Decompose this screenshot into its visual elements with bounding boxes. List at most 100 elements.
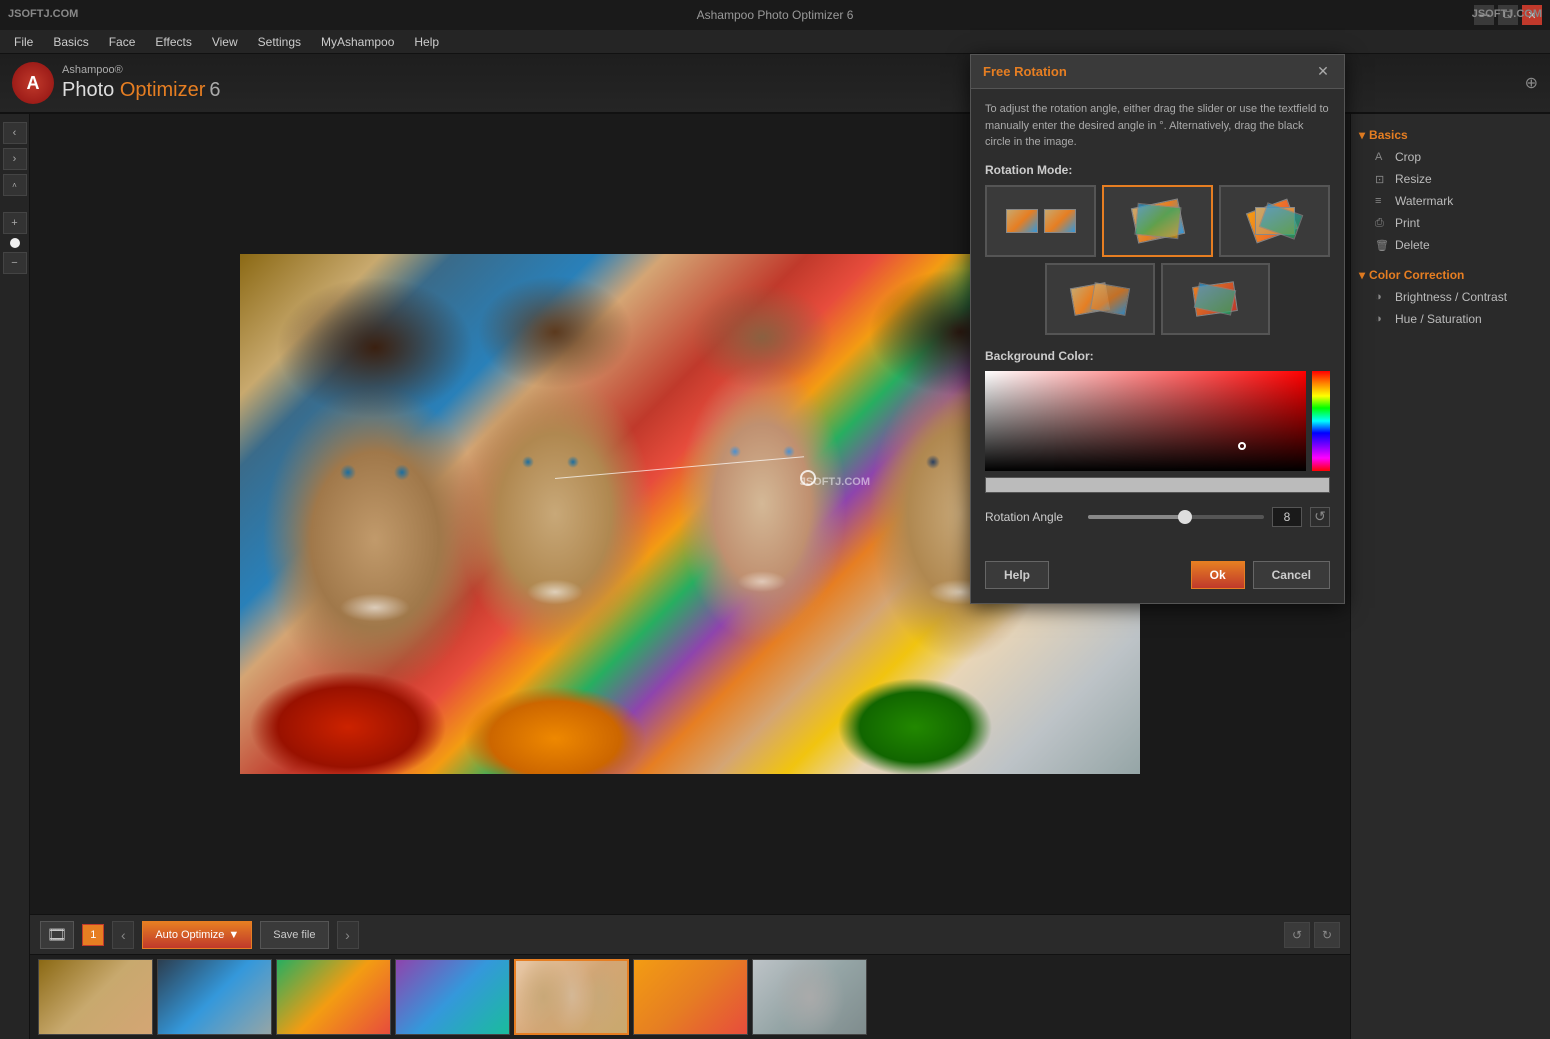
watermark-label: Watermark: [1395, 194, 1453, 208]
film-thumb-6[interactable]: [633, 959, 748, 1035]
color-gradient-inner: [985, 371, 1306, 471]
zoom-dot: [10, 238, 20, 248]
rotation-mode-2[interactable]: [1102, 185, 1213, 257]
menu-view[interactable]: View: [202, 32, 248, 52]
brightness-label: Brightness / Contrast: [1395, 290, 1507, 304]
app-logo: A Ashampoo® Photo Optimizer6: [12, 62, 221, 104]
rotation-angle-label: Rotation Angle: [985, 510, 1080, 524]
rotation-mode-5[interactable]: [1161, 263, 1271, 335]
undo-button[interactable]: ↺: [1284, 922, 1310, 948]
prev-photo-button[interactable]: ‹: [112, 921, 134, 949]
slider-thumb[interactable]: [1178, 510, 1192, 524]
thumb-inner-2: [158, 960, 271, 1034]
film-thumb-5[interactable]: [514, 959, 629, 1035]
hue-icon: ◑: [1375, 313, 1389, 325]
slider-fill: [1088, 515, 1185, 519]
rotation-reset-button[interactable]: ↺: [1310, 507, 1330, 527]
auto-optimize-arrow: ▼: [228, 929, 239, 941]
product-orange: Optimizer: [120, 79, 206, 101]
thumb-inner-3: [277, 960, 390, 1034]
film-icon-button[interactable]: 🎞: [40, 921, 74, 949]
rotation-value-input[interactable]: [1272, 507, 1302, 527]
auto-optimize-button[interactable]: Auto Optimize ▼: [142, 921, 252, 949]
zoom-minus-button[interactable]: −: [3, 252, 27, 274]
version-label: 6: [209, 79, 220, 101]
basics-arrow-icon: ▾: [1359, 128, 1365, 142]
cancel-button[interactable]: Cancel: [1253, 561, 1330, 589]
menubar: File Basics Face Effects View Settings M…: [0, 30, 1550, 54]
rotation-mode-3[interactable]: [1219, 185, 1330, 257]
panel-print[interactable]: ⎙ Print: [1359, 212, 1542, 234]
color-gradient-box[interactable]: [985, 371, 1306, 471]
next-photo-button[interactable]: ›: [337, 921, 359, 949]
menu-file[interactable]: File: [4, 32, 43, 52]
menu-basics[interactable]: Basics: [43, 32, 98, 52]
panel-hue[interactable]: ◑ Hue / Saturation: [1359, 308, 1542, 330]
thumb-inner-4: [396, 960, 509, 1034]
dialog-close-button[interactable]: ✕: [1314, 63, 1332, 81]
print-icon: ⎙: [1375, 217, 1389, 230]
color-spectrum[interactable]: [1312, 371, 1330, 471]
bg-color-label: Background Color:: [985, 349, 1330, 363]
rotation-modes-row2: [985, 263, 1330, 335]
right-panel: ▾ Basics A Crop ⊡ Resize ≡ Watermark ⎙ P…: [1350, 114, 1550, 1039]
panel-crop[interactable]: A Crop: [1359, 146, 1542, 168]
nav-right-button[interactable]: ›: [3, 148, 27, 170]
menu-myashampoo[interactable]: MyAshampoo: [311, 32, 404, 52]
nav-up-button[interactable]: ˄: [3, 174, 27, 196]
panel-delete[interactable]: 🗑 Delete: [1359, 234, 1542, 256]
rotation-dialog: Free Rotation ✕ To adjust the rotation a…: [970, 54, 1345, 604]
rotation-circle[interactable]: [800, 470, 816, 486]
color-picker-container: [985, 371, 1330, 471]
color-title[interactable]: ▾ Color Correction: [1359, 264, 1542, 286]
nav-left-button[interactable]: ‹: [3, 122, 27, 144]
zoom-plus-button[interactable]: +: [3, 212, 27, 234]
redo-button[interactable]: ↻: [1314, 922, 1340, 948]
bg-color-section: Background Color:: [985, 349, 1330, 493]
menu-help[interactable]: Help: [404, 32, 449, 52]
ok-button[interactable]: Ok: [1191, 561, 1245, 589]
color-arrow-icon: ▾: [1359, 268, 1365, 282]
bottom-toolbar: 🎞 1 ‹ Auto Optimize ▼ Save file › ↺ ↻: [30, 914, 1350, 954]
basics-section: ▾ Basics A Crop ⊡ Resize ≡ Watermark ⎙ P…: [1351, 120, 1550, 260]
save-file-button[interactable]: Save file: [260, 921, 328, 949]
watermark-left: JSOFTJ.COM: [8, 8, 78, 20]
rot-visual-3: [1221, 187, 1328, 255]
film-thumb-3[interactable]: [276, 959, 391, 1035]
delete-label: Delete: [1395, 238, 1430, 252]
help-button[interactable]: Help: [985, 561, 1049, 589]
rot-visual-2: [1104, 187, 1211, 255]
dialog-content: To adjust the rotation angle, either dra…: [971, 89, 1344, 553]
menu-settings[interactable]: Settings: [248, 32, 311, 52]
thumb-inner-7: [753, 960, 866, 1034]
rotation-mode-4[interactable]: [1045, 263, 1155, 335]
product-name: Photo Optimizer6: [62, 78, 221, 102]
panel-brightness[interactable]: ◑ Brightness / Contrast: [1359, 286, 1542, 308]
rotation-modes-row1: [985, 185, 1330, 257]
color-section: ▾ Color Correction ◑ Brightness / Contra…: [1351, 260, 1550, 334]
film-thumb-1[interactable]: [38, 959, 153, 1035]
titlebar-text: Ashampoo Photo Optimizer 6: [0, 8, 1550, 22]
color-label: Color Correction: [1369, 268, 1464, 282]
film-thumb-2[interactable]: [157, 959, 272, 1035]
panel-watermark[interactable]: ≡ Watermark: [1359, 190, 1542, 212]
hue-label: Hue / Saturation: [1395, 312, 1482, 326]
menu-effects[interactable]: Effects: [145, 32, 201, 52]
dialog-title: Free Rotation: [983, 64, 1314, 79]
logo-icon: A: [12, 62, 54, 104]
rotation-slider-wrap[interactable]: [1088, 507, 1264, 527]
filmstrip: [30, 954, 1350, 1039]
menu-face[interactable]: Face: [99, 32, 146, 52]
photo-counter: 1: [82, 924, 104, 946]
dialog-description: To adjust the rotation angle, either dra…: [985, 101, 1330, 151]
panel-resize[interactable]: ⊡ Resize: [1359, 168, 1542, 190]
rotation-mode-1[interactable]: [985, 185, 1096, 257]
left-panel: ‹ › ˄ + −: [0, 114, 30, 1039]
share-icon[interactable]: ⊕: [1525, 73, 1538, 93]
brightness-icon: ◑: [1375, 291, 1389, 303]
film-thumb-4[interactable]: [395, 959, 510, 1035]
color-gradient-selector[interactable]: [1238, 442, 1246, 450]
watermark-right: JSOFTJ.COM: [1472, 8, 1542, 20]
film-thumb-7[interactable]: [752, 959, 867, 1035]
basics-title[interactable]: ▾ Basics: [1359, 124, 1542, 146]
